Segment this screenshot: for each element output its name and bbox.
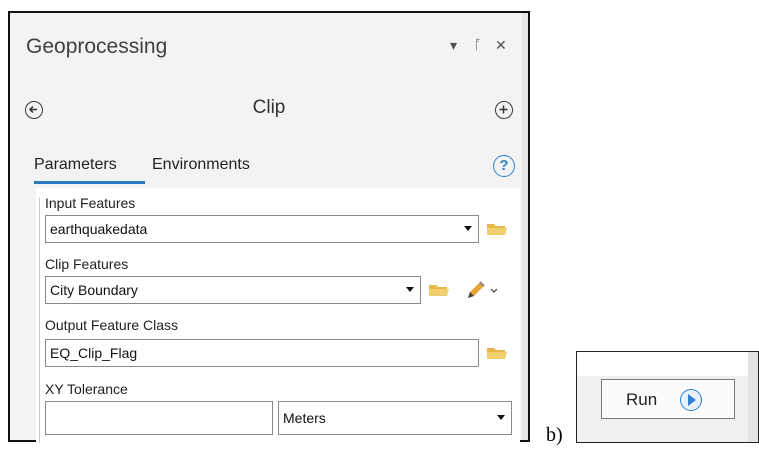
panel-dropdown-icon[interactable]: ▾ [450,37,457,54]
chevron-down-icon [497,415,505,420]
help-icon[interactable]: ? [493,155,515,177]
output-feature-class-label: Output Feature Class [45,317,179,333]
panel-title: Geoprocessing [26,35,168,58]
folder-icon[interactable] [486,345,508,361]
run-button-label: Run [626,390,658,409]
run-button[interactable]: Run [601,379,735,419]
output-feature-class-input[interactable]: EQ_Clip_Flag [45,339,479,367]
panel-scroll-edge [522,13,528,440]
xy-tolerance-label: XY Tolerance [45,381,128,397]
folder-icon[interactable] [428,282,450,298]
pencil-icon[interactable] [465,279,501,301]
output-feature-class-value: EQ_Clip_Flag [50,345,138,361]
chevron-down-icon [464,226,472,231]
chevron-down-icon [406,287,414,292]
run-panel-top-strip [577,352,758,376]
xy-tolerance-input[interactable] [45,401,273,435]
xy-tolerance-unit-dropdown[interactable]: Meters [278,401,512,435]
pin-icon[interactable]: ᚪ [474,37,482,52]
clip-features-dropdown[interactable]: City Boundary [45,276,421,304]
figure-label-b: b) [546,424,563,446]
input-features-label: Input Features [45,195,136,211]
tab-parameters[interactable]: Parameters [34,156,117,174]
input-features-value: earthquakedata [50,221,148,237]
parameters-divider [39,198,40,443]
geoprocessing-panel: Geoprocessing ▾ ᚪ ✕ Clip Parameters Envi… [8,11,530,443]
tool-name: Clip [252,97,286,118]
tab-environments[interactable]: Environments [152,156,250,174]
close-icon[interactable]: ✕ [495,37,507,54]
xy-tolerance-unit-value: Meters [283,410,326,426]
add-circle-icon[interactable] [495,101,513,119]
input-features-dropdown[interactable]: earthquakedata [45,215,479,243]
play-icon [680,389,702,411]
clip-features-value: City Boundary [50,282,138,298]
active-tab-indicator [34,181,145,184]
clip-features-label: Clip Features [45,256,129,272]
run-panel-edge [748,352,758,442]
folder-icon[interactable] [486,221,508,237]
run-panel: Run [576,351,759,443]
